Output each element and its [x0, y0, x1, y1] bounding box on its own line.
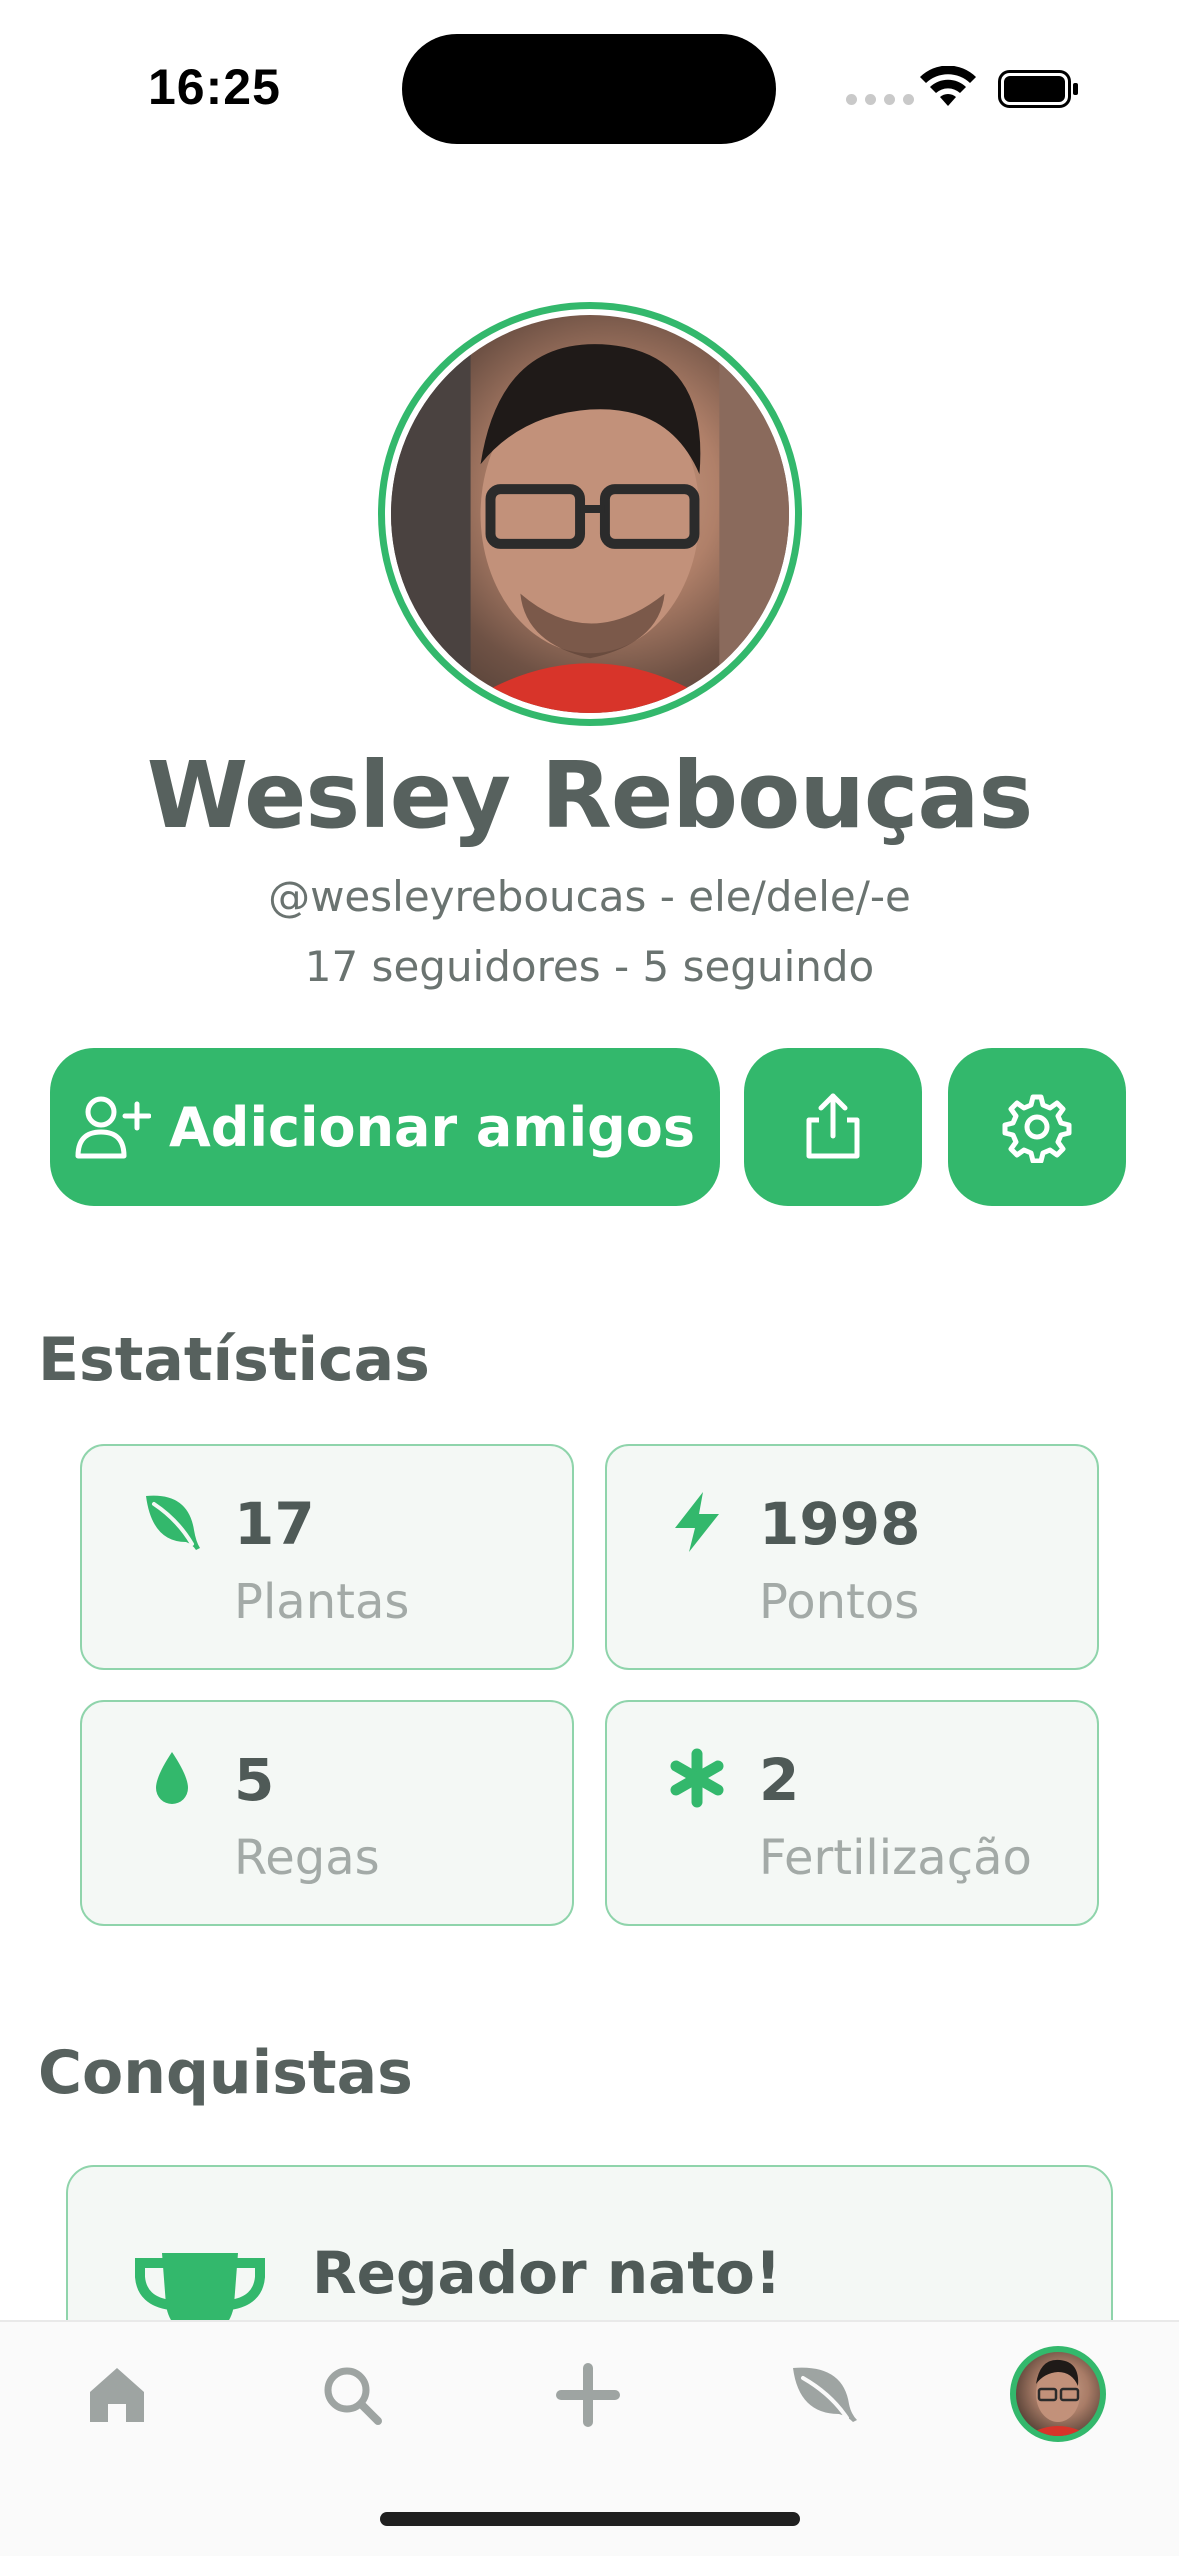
stat-value: 2 — [759, 1746, 800, 1814]
status-time: 16:25 — [148, 59, 281, 115]
stat-card-plants[interactable]: 17 Plantas — [80, 1444, 574, 1670]
cellular-signal-icon — [846, 94, 914, 105]
plus-icon — [556, 2363, 620, 2427]
profile-photo — [391, 315, 789, 713]
home-indicator[interactable] — [380, 2512, 800, 2526]
share-button[interactable] — [744, 1048, 922, 1206]
stat-value: 17 — [234, 1490, 315, 1558]
tab-home[interactable] — [67, 2350, 167, 2440]
stats-section-title: Estatísticas — [38, 1325, 430, 1395]
leaf-icon — [793, 2367, 857, 2422]
profile-avatar[interactable] — [378, 302, 802, 726]
follow-counts[interactable]: 17 seguidores - 5 seguindo — [0, 942, 1179, 991]
add-user-icon — [75, 1096, 151, 1159]
add-friends-button[interactable]: Adicionar amigos — [50, 1048, 720, 1206]
stat-card-fertilization[interactable]: 2 Fertilização — [605, 1700, 1099, 1926]
asterisk-icon — [670, 1748, 724, 1808]
tab-plants[interactable] — [774, 2350, 874, 2440]
profile-avatar-illustration — [1026, 2359, 1090, 2436]
stat-value: 5 — [234, 1746, 275, 1814]
achievement-name: Regador nato! — [312, 2239, 782, 2307]
tab-add[interactable] — [538, 2350, 638, 2440]
lightning-icon — [675, 1492, 719, 1552]
dynamic-island — [402, 34, 776, 144]
stat-label: Fertilização — [759, 1830, 1032, 1886]
achievements-section-title: Conquistas — [38, 2038, 413, 2108]
profile-name: Wesley Rebouças — [146, 742, 1033, 849]
stat-label: Plantas — [234, 1574, 410, 1630]
share-icon — [806, 1093, 860, 1159]
profile-handle: @wesleyreboucas - ele/dele/-e — [268, 872, 911, 921]
stat-card-points[interactable]: 1998 Pontos — [605, 1444, 1099, 1670]
stat-label: Pontos — [759, 1574, 920, 1630]
battery-icon — [998, 70, 1078, 108]
water-drop-icon — [156, 1752, 188, 1804]
stat-card-waterings[interactable]: 5 Regas — [80, 1700, 574, 1926]
wifi-icon — [920, 66, 976, 106]
profile-photo-illustration — [391, 315, 789, 713]
home-icon — [90, 2368, 144, 2422]
stat-label: Regas — [234, 1830, 380, 1886]
tab-profile-avatar[interactable] — [1010, 2346, 1106, 2442]
settings-button[interactable] — [948, 1048, 1126, 1206]
gear-icon — [1002, 1094, 1072, 1163]
tab-search[interactable] — [302, 2350, 402, 2440]
leaf-icon — [146, 1495, 200, 1550]
add-friends-label: Adicionar amigos — [169, 1095, 695, 1159]
stat-value: 1998 — [759, 1490, 921, 1558]
search-icon — [324, 2367, 382, 2425]
